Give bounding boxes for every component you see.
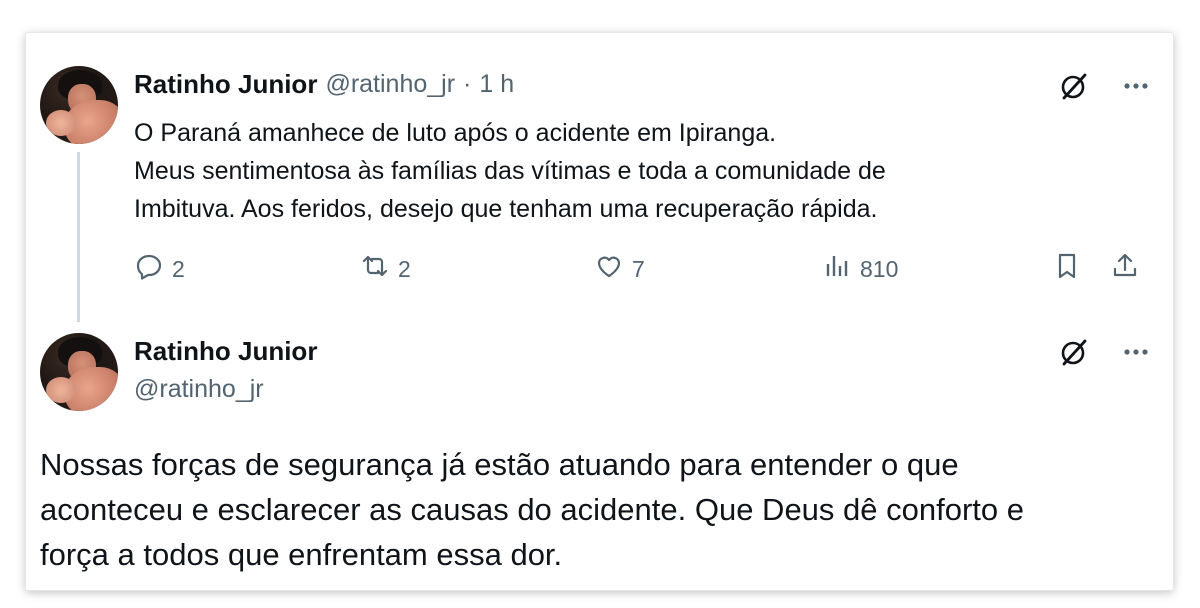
tweet-text-line: Imbituva. Aos feridos, desejo que tenham… [134, 195, 878, 223]
avatar[interactable] [40, 333, 118, 411]
author-handle[interactable]: @ratinho_jr [134, 372, 317, 406]
reply-icon [134, 251, 164, 287]
tweet-header: Ratinho Junior @ratinho_jr [134, 334, 317, 406]
repost-icon [360, 251, 390, 287]
tweet-text-line: O Paraná amanhece de luto após o acident… [134, 119, 777, 147]
more-icon[interactable] [1118, 334, 1154, 375]
thread-line [77, 152, 80, 322]
more-icon[interactable] [1118, 68, 1154, 109]
tweet-text-line: Nossas forças de segurança já estão atua… [40, 447, 959, 482]
like-count: 7 [632, 255, 645, 282]
tweet-text-line: aconteceu e esclarecer as causas do acid… [40, 492, 1024, 527]
author-name[interactable]: Ratinho Junior [134, 69, 317, 100]
like-button[interactable]: 7 [594, 252, 645, 286]
tweet-top-actions [1056, 334, 1154, 375]
heart-icon [594, 251, 624, 287]
tweet-text: Nossas forças de segurança já estão atua… [40, 442, 1150, 577]
views-button[interactable]: 810 [822, 252, 898, 286]
bookmark-button[interactable] [1052, 252, 1082, 286]
grok-icon[interactable] [1056, 334, 1092, 375]
separator-dot: · [463, 69, 472, 98]
tweet-text: O Paraná amanhece de luto após o acident… [134, 114, 1094, 228]
views-count: 810 [860, 255, 899, 282]
tweet-text-line: Meus sentimentosa às famílias das vítima… [134, 157, 886, 185]
share-button[interactable] [1110, 252, 1140, 286]
reply-count: 2 [172, 255, 185, 282]
avatar[interactable] [40, 66, 118, 144]
grok-icon[interactable] [1056, 68, 1092, 109]
bookmark-icon [1052, 251, 1082, 287]
author-name[interactable]: Ratinho Junior [134, 334, 317, 368]
repost-count: 2 [398, 255, 411, 282]
tweet-text-line: força a todos que enfrentam essa dor. [40, 537, 563, 572]
tweet-header: Ratinho Junior @ratinho_jr · 1 h [134, 68, 514, 100]
reply-button[interactable]: 2 [134, 252, 185, 286]
author-handle[interactable]: @ratinho_jr [325, 70, 455, 99]
views-icon [822, 251, 852, 287]
tweet-time[interactable]: 1 h [479, 70, 514, 99]
tweet-top-actions [1056, 68, 1154, 109]
share-icon [1110, 251, 1140, 287]
repost-button[interactable]: 2 [360, 252, 411, 286]
